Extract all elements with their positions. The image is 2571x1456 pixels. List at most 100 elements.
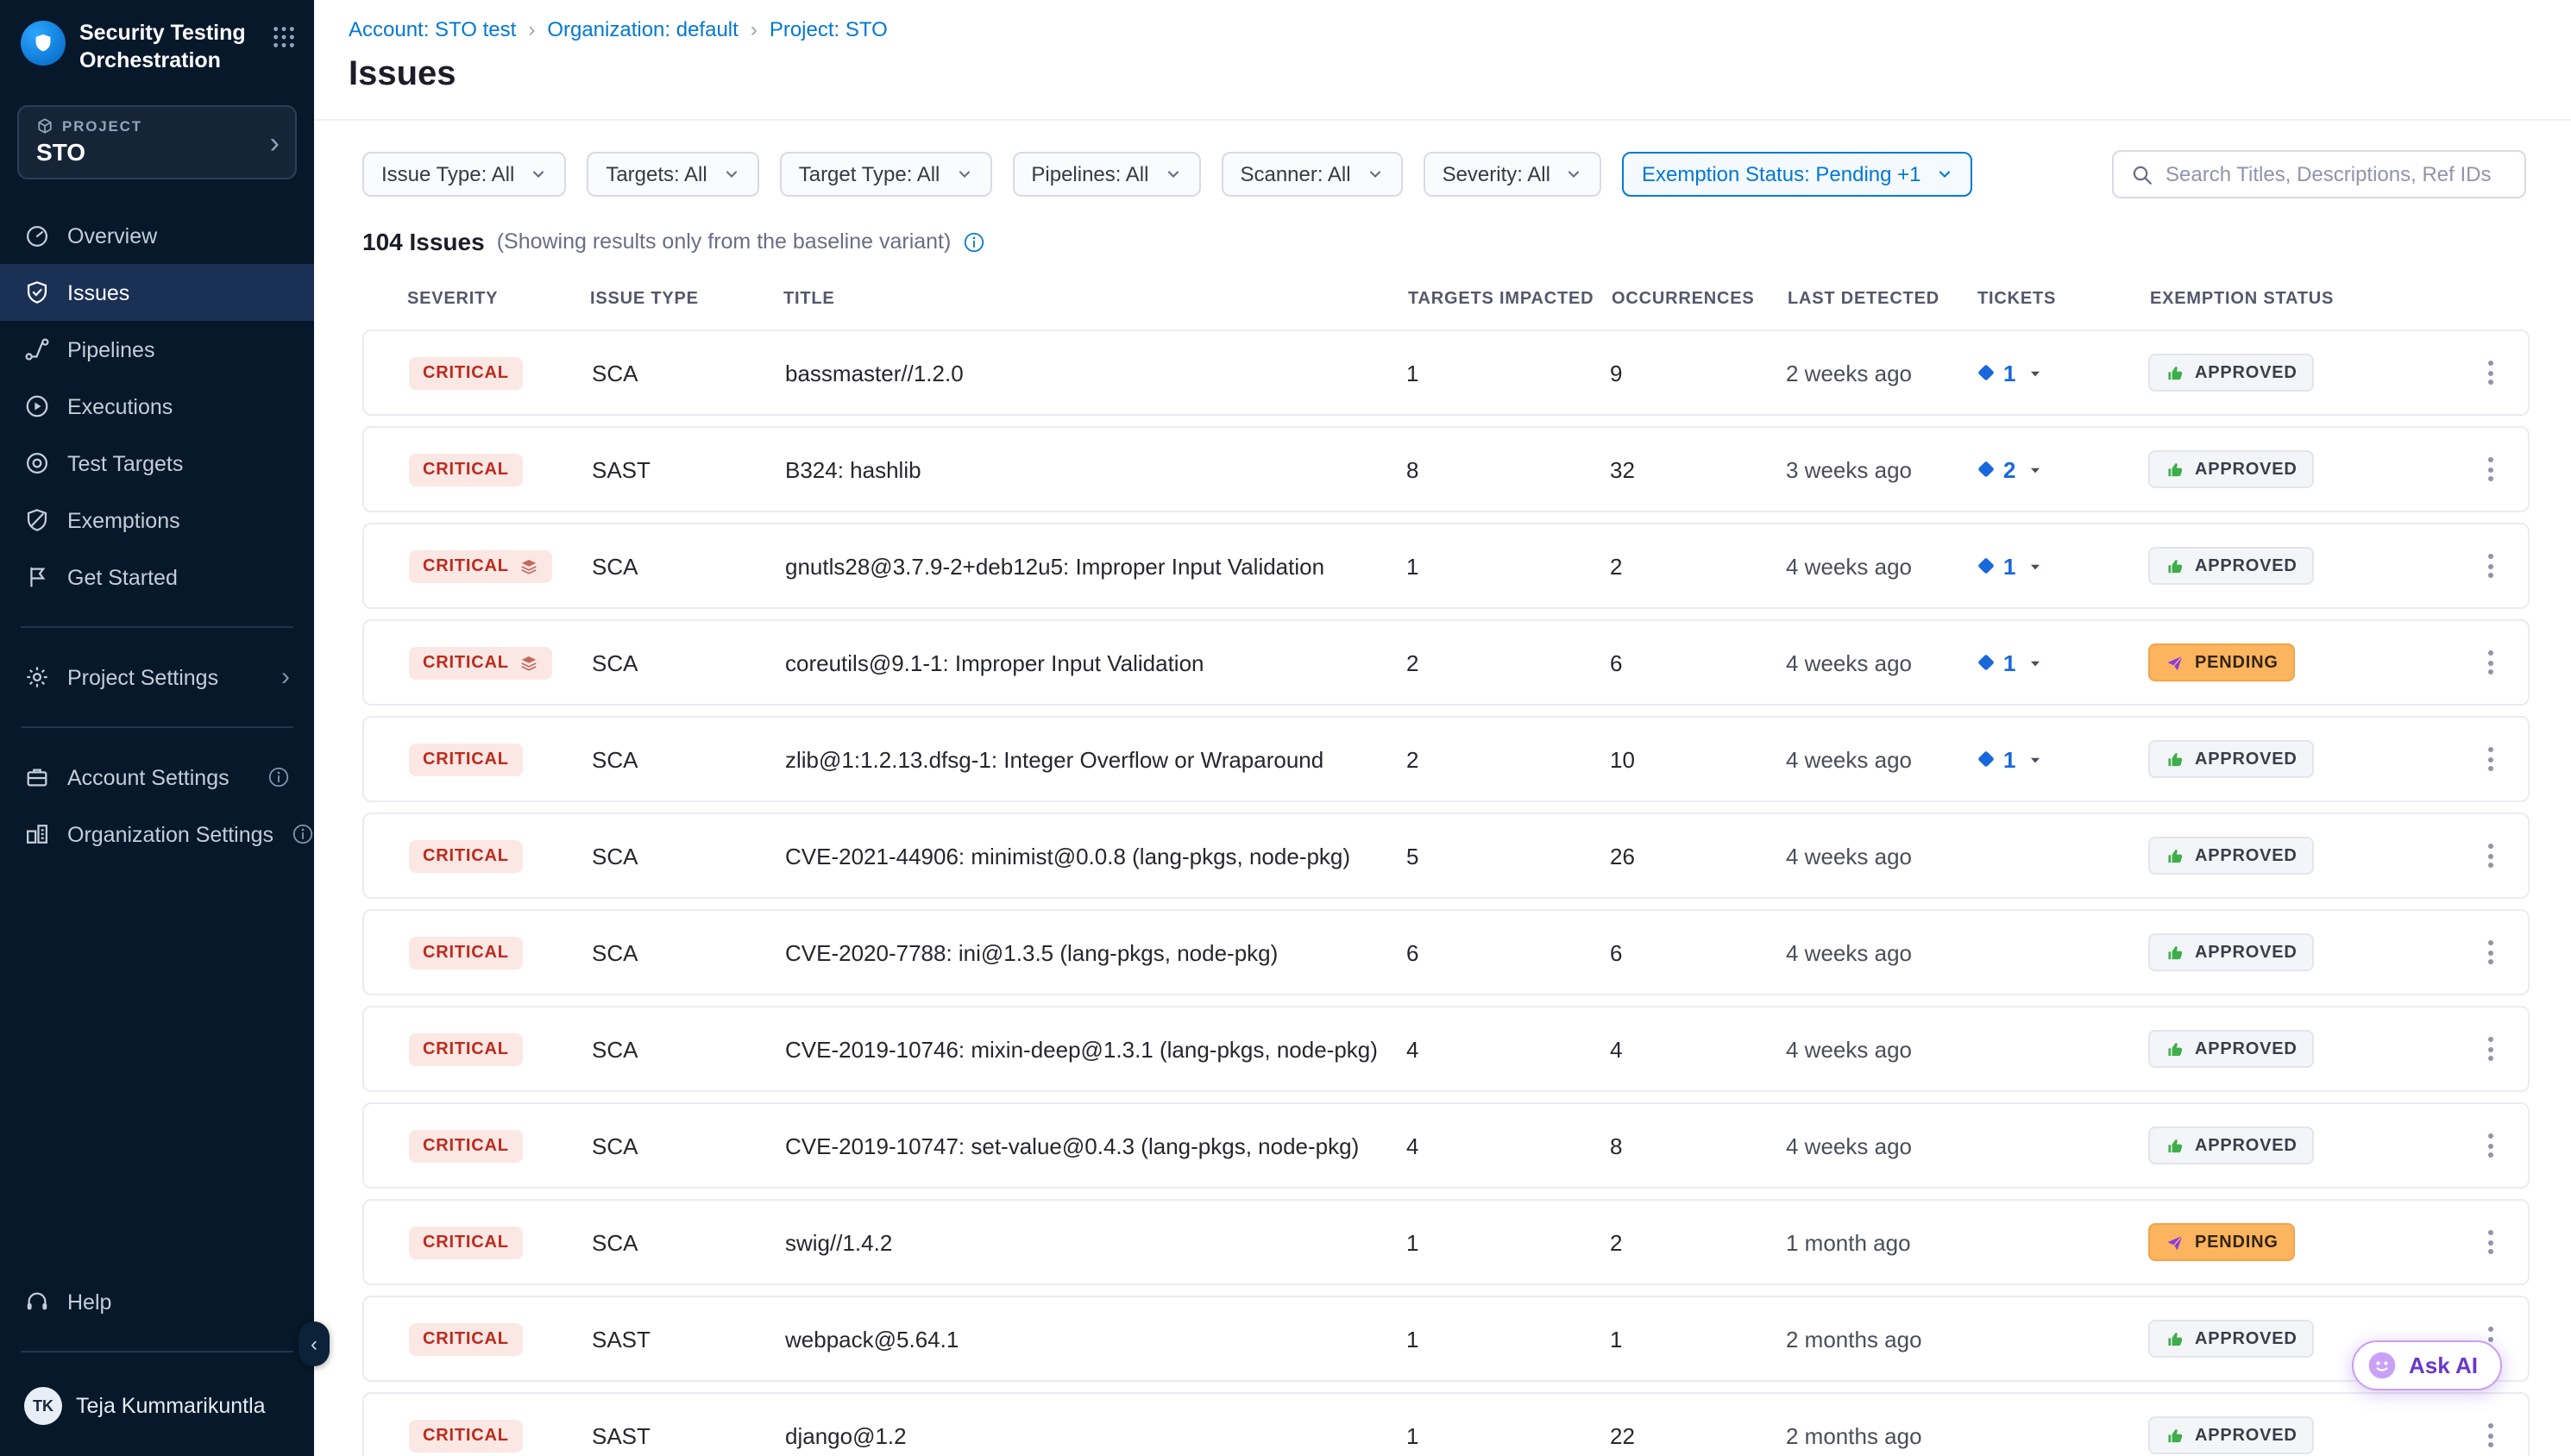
jira-ticket-icon [1976,749,1996,769]
issue-row[interactable]: CRITICALSCAzlib@1:1.2.13.dfsg-1: Integer… [362,716,2530,802]
app-logo-icon [21,21,66,66]
occurrences-cell: 10 [1610,746,1786,772]
sidebar-item-overview[interactable]: Overview [0,208,314,265]
filter-severity[interactable]: Severity: All [1424,152,1602,197]
issue-row[interactable]: CRITICALSASTwebpack@5.64.1112 months ago… [362,1296,2530,1382]
sidebar-header: Security Testing Orchestration [0,0,314,85]
sidebar-item-pipelines[interactable]: Pipelines [0,322,314,379]
sidebar-item-test-targets[interactable]: Test Targets [0,436,314,493]
issue-row[interactable]: CRITICALSASTB324: hashlib8323 weeks ago2… [362,426,2530,512]
row-menu-icon[interactable] [2442,1223,2504,1261]
issue-title[interactable]: coreutils@9.1-1: Improper Input Validati… [785,650,1406,675]
search-input[interactable] [2166,162,2507,186]
last-detected-cell: 4 weeks ago [1786,650,1976,675]
row-menu-icon[interactable] [2442,547,2504,585]
table-header-row: SEVERITYISSUE TYPETITLETARGETS IMPACTEDO… [362,290,2530,329]
filter-label: Issue Type: All [381,162,514,186]
exemption-status-cell: APPROVED [2148,1127,2442,1164]
chevron-down-icon[interactable] [2027,558,2043,574]
sidebar-item-get-started[interactable]: Get Started [0,549,314,606]
pending-icon [2166,1233,2184,1252]
issue-title[interactable]: zlib@1:1.2.13.dfsg-1: Integer Overflow o… [785,746,1406,772]
row-menu-icon[interactable] [2442,1127,2504,1164]
sidebar-collapse-handle[interactable]: ‹ [299,1321,330,1366]
issue-row[interactable]: CRITICALSCAcoreutils@9.1-1: Improper Inp… [362,619,2530,706]
issue-row[interactable]: CRITICALSCACVE-2021-44906: minimist@0.0.… [362,813,2530,899]
approved-icon [2166,750,2184,769]
sidebar-item-label: Overview [67,224,157,248]
breadcrumb-link-organization-default[interactable]: Organization: default [547,17,739,41]
chevron-down-icon[interactable] [2027,751,2043,767]
filter-issue-type[interactable]: Issue Type: All [362,152,566,197]
sidebar-item-exemptions[interactable]: Exemptions [0,493,314,549]
breadcrumb-link-project-sto[interactable]: Project: STO [770,17,888,41]
issue-title[interactable]: gnutls28@3.7.9-2+deb12u5: Improper Input… [785,553,1406,579]
chevron-down-icon[interactable] [2027,655,2043,670]
column-header-last-detected: LAST DETECTED [1788,290,1977,309]
sidebar-item-label: Issues [67,281,129,305]
ticket-count: 1 [2003,553,2015,579]
issue-title[interactable]: django@1.2 [785,1422,1406,1448]
sidebar-item-issues[interactable]: Issues [0,265,314,322]
row-menu-icon[interactable] [2442,837,2504,875]
sidebar-item-organization-settings[interactable]: Organization Settings [0,806,314,863]
table-body: CRITICALSCAbassmaster//1.2.0192 weeks ag… [362,329,2530,1456]
row-menu-icon[interactable] [2442,933,2504,971]
filter-targets[interactable]: Targets: All [587,152,758,197]
filter-scanner[interactable]: Scanner: All [1221,152,1402,197]
issue-title[interactable]: CVE-2021-44906: minimist@0.0.8 (lang-pkg… [785,843,1406,869]
issue-title[interactable]: bassmaster//1.2.0 [785,360,1406,386]
sidebar-item-help[interactable]: Help [0,1273,314,1330]
filter-label: Exemption Status: Pending +1 [1642,162,1921,186]
severity-cell: CRITICAL [409,936,592,969]
sidebar-item-label: Exemptions [67,509,180,533]
severity-badge: CRITICAL [409,1032,523,1065]
issue-row[interactable]: CRITICALSASTdjango@1.21222 months agoAPP… [362,1392,2530,1456]
issue-row[interactable]: CRITICALSCACVE-2019-10746: mixin-deep@1.… [362,1006,2530,1092]
issue-title[interactable]: CVE-2019-10746: mixin-deep@1.3.1 (lang-p… [785,1036,1406,1062]
issue-row[interactable]: CRITICALSCAgnutls28@3.7.9-2+deb12u5: Imp… [362,523,2530,609]
issue-count-note: (Showing results only from the baseline … [497,229,952,254]
breadcrumb-link-account-sto-test[interactable]: Account: STO test [349,17,516,41]
targets-impacted-cell: 2 [1406,746,1610,772]
last-detected-cell: 4 weeks ago [1786,553,1976,579]
approved-icon [2166,846,2184,865]
ticket-count: 1 [2003,650,2015,675]
info-icon[interactable] [963,230,985,253]
issue-row[interactable]: CRITICALSCACVE-2019-10747: set-value@0.4… [362,1102,2530,1189]
row-menu-icon[interactable] [2442,354,2504,392]
sidebar-item-executions[interactable]: Executions [0,379,314,436]
row-menu-icon[interactable] [2442,450,2504,488]
project-selector-label: PROJECT [36,118,257,135]
app-window: Security Testing Orchestration PROJECT S… [0,0,2571,1456]
filter-exemption-status[interactable]: Exemption Status: Pending +1 [1623,152,1973,197]
chevron-down-icon[interactable] [2027,461,2043,477]
module-grid-icon[interactable] [271,24,297,50]
user-profile[interactable]: TK Teja Kummarikuntla [0,1373,314,1442]
exemption-status-cell: APPROVED [2148,933,2442,971]
project-selector[interactable]: PROJECT STO › [17,106,297,180]
issue-title[interactable]: B324: hashlib [785,456,1406,482]
issue-title[interactable]: swig//1.4.2 [785,1229,1406,1255]
issue-row[interactable]: CRITICALSCAbassmaster//1.2.0192 weeks ag… [362,329,2530,416]
filter-target-type[interactable]: Target Type: All [780,152,992,197]
ask-ai-button[interactable]: Ask AI [2352,1340,2502,1390]
search-box[interactable] [2112,150,2526,198]
issue-title[interactable]: CVE-2019-10747: set-value@0.4.3 (lang-pk… [785,1133,1406,1158]
issue-title[interactable]: CVE-2020-7788: ini@1.3.5 (lang-pkgs, nod… [785,939,1406,965]
sidebar: Security Testing Orchestration PROJECT S… [0,0,314,1456]
jira-ticket-icon [1976,555,1996,576]
sidebar-item-account-settings[interactable]: Account Settings [0,750,314,806]
row-menu-icon[interactable] [2442,643,2504,681]
sidebar-item-project-settings[interactable]: Project Settings › [0,650,314,706]
row-menu-icon[interactable] [2442,1030,2504,1068]
row-menu-icon[interactable] [2442,740,2504,778]
issue-title[interactable]: webpack@5.64.1 [785,1326,1406,1352]
severity-cell: CRITICAL [409,1419,592,1452]
issue-row[interactable]: CRITICALSCAswig//1.4.2121 month agoPENDI… [362,1199,2530,1285]
row-menu-icon[interactable] [2442,1416,2504,1454]
chevron-down-icon[interactable] [2027,365,2043,380]
filter-pipelines[interactable]: Pipelines: All [1012,152,1200,197]
issue-row[interactable]: CRITICALSCACVE-2020-7788: ini@1.3.5 (lan… [362,909,2530,995]
severity-badge: CRITICAL [409,839,523,872]
